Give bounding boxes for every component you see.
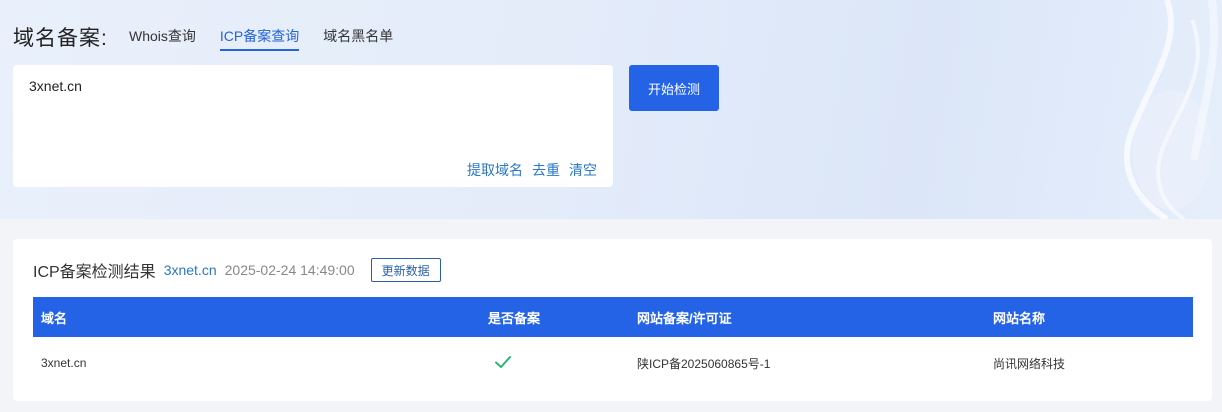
input-actions: 提取域名 去重 清空 [458, 160, 597, 180]
tab-domain-blacklist[interactable]: 域名黑名单 [323, 27, 393, 51]
hero-banner: 域名备案: Whois查询 ICP备案查询 域名黑名单 提取域名 去重 清空 开… [0, 0, 1222, 219]
table-header: 域名 是否备案 网站备案/许可证 网站名称 [33, 297, 1193, 337]
column-header-site-name: 网站名称 [993, 310, 1046, 326]
cell-license: 陕ICP备2025060865号-1 [637, 356, 771, 371]
refresh-data-button[interactable]: 更新数据 [370, 258, 441, 282]
result-domain[interactable]: 3xnet.cn [164, 262, 217, 278]
domain-input-box: 提取域名 去重 清空 [13, 65, 613, 187]
start-check-button[interactable]: 开始检测 [629, 65, 719, 111]
decorative-wave-graphic [1124, 0, 1218, 219]
table-row: 3xnet.cn 陕ICP备2025060865号-1 尚讯网络科技 [33, 337, 1193, 389]
result-title: ICP备案检测结果 [33, 264, 156, 281]
result-table: 域名 是否备案 网站备案/许可证 网站名称 3xnet.cn 陕ICP备2025… [33, 297, 1193, 389]
query-tabs: Whois查询 ICP备案查询 域名黑名单 [129, 27, 417, 51]
tab-whois[interactable]: Whois查询 [129, 27, 196, 51]
result-timestamp: 2025-02-24 14:49:00 [224, 262, 355, 278]
column-header-domain: 域名 [41, 310, 68, 326]
result-header: ICP备案检测结果 3xnet.cn 2025-02-24 14:49:00 更… [33, 258, 441, 282]
extract-domain-link[interactable]: 提取域名 [467, 160, 523, 180]
page-title: 域名备案: [13, 27, 108, 50]
check-icon [495, 355, 511, 368]
cell-domain: 3xnet.cn [41, 356, 87, 370]
column-header-license: 网站备案/许可证 [637, 310, 732, 326]
tab-icp[interactable]: ICP备案查询 [219, 27, 300, 51]
result-card: ICP备案检测结果 3xnet.cn 2025-02-24 14:49:00 更… [13, 239, 1212, 401]
dedupe-link[interactable]: 去重 [532, 160, 560, 180]
column-header-registered: 是否备案 [488, 310, 541, 326]
clear-link[interactable]: 清空 [569, 160, 597, 180]
domain-textarea[interactable] [29, 78, 589, 158]
cell-registered [481, 353, 629, 374]
cell-site-name: 尚讯网络科技 [993, 356, 1066, 371]
